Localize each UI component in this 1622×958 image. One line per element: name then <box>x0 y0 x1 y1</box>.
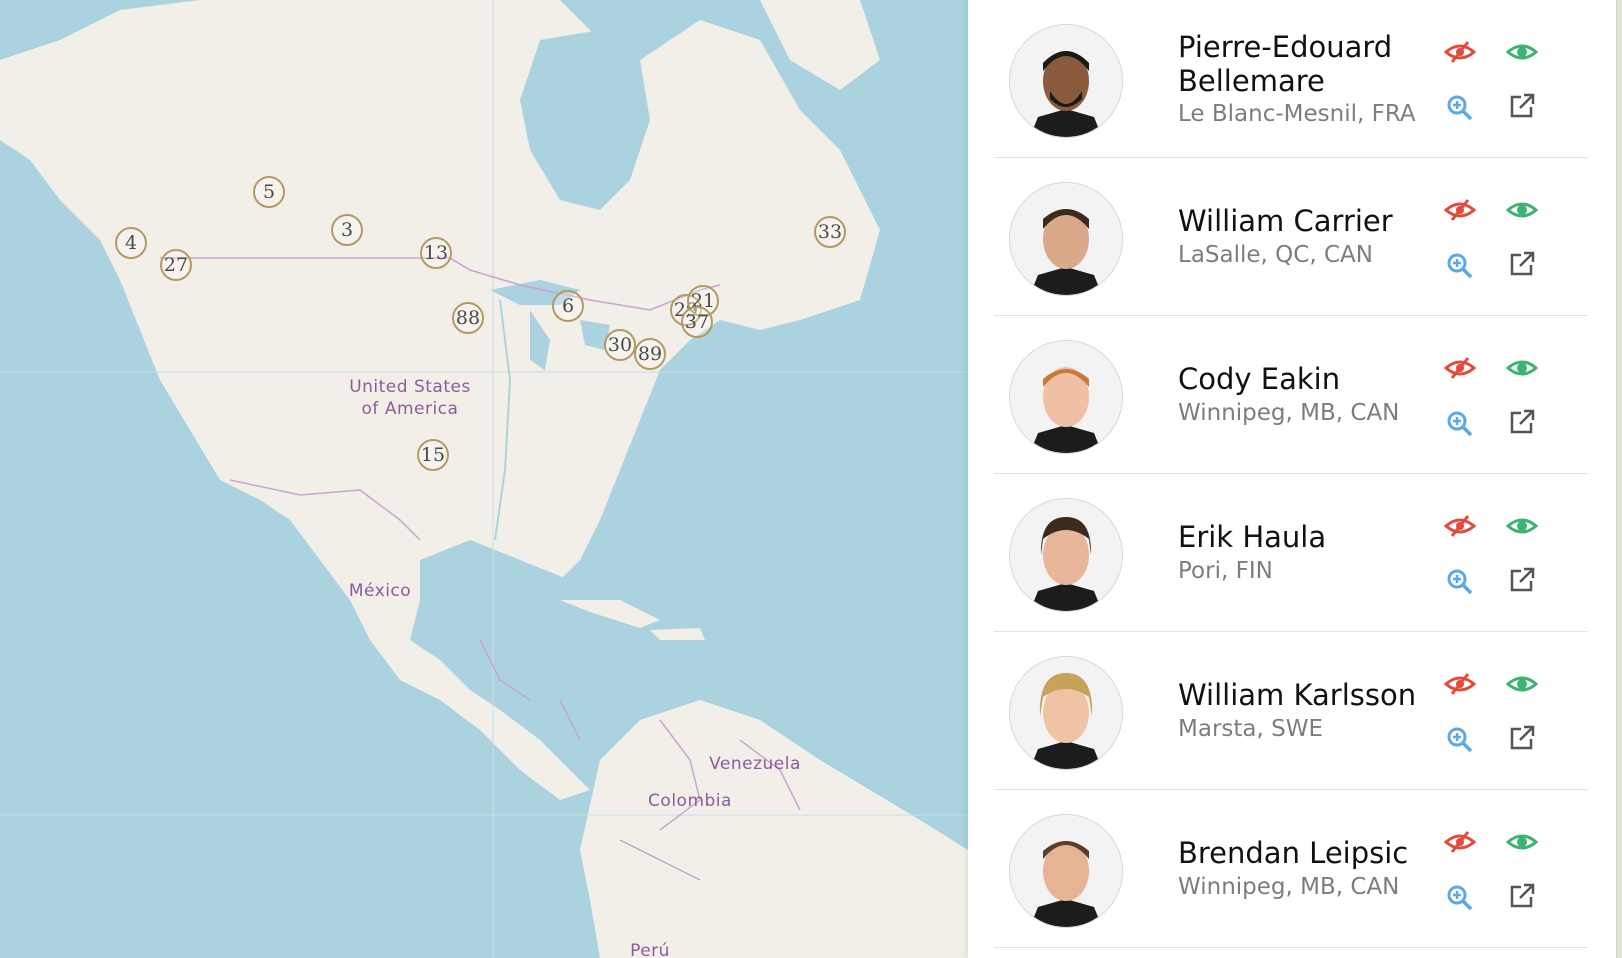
external-link-icon[interactable] <box>1504 880 1540 912</box>
map-marker[interactable]: 30 <box>604 329 636 361</box>
eye-icon[interactable] <box>1504 36 1540 68</box>
zoom-in-icon[interactable] <box>1442 724 1478 756</box>
map-label-usa: United States of America <box>349 377 471 419</box>
eye-slash-icon[interactable] <box>1442 36 1478 68</box>
player-row: William Karlsson Marsta, SWE <box>994 632 1588 790</box>
map-view[interactable]: United States of America México Venezuel… <box>0 0 968 958</box>
player-row: Cody Eakin Winnipeg, MB, CAN <box>994 316 1588 474</box>
map-marker[interactable]: 4 <box>115 227 147 259</box>
player-avatar <box>1009 340 1123 454</box>
player-row: Brendan Leipsic Winnipeg, MB, CAN <box>994 790 1588 948</box>
map-marker[interactable]: 6 <box>552 290 584 322</box>
player-row: Pierre-Edouard Bellemare Le Blanc-Mesnil… <box>994 0 1588 158</box>
external-link-icon[interactable] <box>1504 248 1540 280</box>
panel-edge <box>1616 0 1622 958</box>
eye-slash-icon[interactable] <box>1442 194 1478 226</box>
player-location: Le Blanc-Mesnil, FRA <box>1178 101 1416 127</box>
eye-icon[interactable] <box>1504 194 1540 226</box>
player-location: LaSalle, QC, CAN <box>1178 242 1373 268</box>
map-marker[interactable]: 5 <box>253 176 285 208</box>
player-name: Erik Haula <box>1178 520 1327 554</box>
map-marker[interactable]: 27 <box>160 249 192 281</box>
map-label-peru: Perú <box>630 941 670 958</box>
player-name: Pierre-Edouard Bellemare <box>1178 30 1393 98</box>
map-marker[interactable]: 37 <box>681 306 713 338</box>
player-avatar <box>1009 24 1123 138</box>
player-location: Winnipeg, MB, CAN <box>1178 400 1400 426</box>
map-label-colombia: Colombia <box>648 791 732 811</box>
map-marker[interactable]: 15 <box>417 439 449 471</box>
player-location: Marsta, SWE <box>1178 716 1323 742</box>
eye-slash-icon[interactable] <box>1442 510 1478 542</box>
external-link-icon[interactable] <box>1504 722 1540 754</box>
external-link-icon[interactable] <box>1504 406 1540 438</box>
player-name: William Karlsson <box>1178 678 1417 712</box>
map-marker[interactable]: 3 <box>331 214 363 246</box>
zoom-in-icon[interactable] <box>1442 92 1478 124</box>
zoom-in-icon[interactable] <box>1442 408 1478 440</box>
map-label-mexico: México <box>348 581 412 601</box>
player-name: Brendan Leipsic <box>1178 836 1409 870</box>
player-avatar <box>1009 656 1123 770</box>
eye-icon[interactable] <box>1504 352 1540 384</box>
eye-icon[interactable] <box>1504 510 1540 542</box>
player-name: William Carrier <box>1178 204 1393 238</box>
map-marker[interactable]: 13 <box>420 237 452 269</box>
player-row: Erik Haula Pori, FIN <box>994 474 1588 632</box>
eye-slash-icon[interactable] <box>1442 668 1478 700</box>
map-marker[interactable]: 89 <box>634 338 666 370</box>
eye-slash-icon[interactable] <box>1442 352 1478 384</box>
eye-icon[interactable] <box>1504 826 1540 858</box>
basemap <box>0 0 968 958</box>
player-list-panel[interactable]: Pierre-Edouard Bellemare Le Blanc-Mesnil… <box>968 0 1616 958</box>
zoom-in-icon[interactable] <box>1442 882 1478 914</box>
zoom-in-icon[interactable] <box>1442 250 1478 282</box>
player-name: Cody Eakin <box>1178 362 1341 396</box>
eye-icon[interactable] <box>1504 668 1540 700</box>
eye-slash-icon[interactable] <box>1442 826 1478 858</box>
player-row: William Carrier LaSalle, QC, CAN <box>994 158 1588 316</box>
player-avatar <box>1009 498 1123 612</box>
player-avatar <box>1009 182 1123 296</box>
zoom-in-icon[interactable] <box>1442 566 1478 598</box>
map-marker[interactable]: 33 <box>814 216 846 248</box>
external-link-icon[interactable] <box>1504 564 1540 596</box>
player-location: Winnipeg, MB, CAN <box>1178 874 1400 900</box>
map-marker[interactable]: 88 <box>452 302 484 334</box>
player-avatar <box>1009 814 1123 928</box>
external-link-icon[interactable] <box>1504 90 1540 122</box>
map-label-venezuela: Venezuela <box>709 754 801 774</box>
player-location: Pori, FIN <box>1178 558 1273 584</box>
